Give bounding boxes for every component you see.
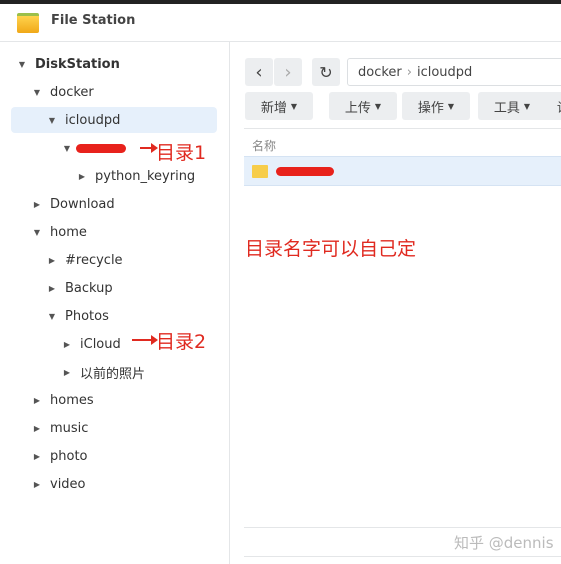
tree-item[interactable]: ▼ DiskStation [15,51,120,77]
toolbar-button[interactable]: 新增 ▼ [245,92,313,120]
caret-down-icon[interactable]: ▼ [15,60,29,69]
tree-item-label: Download [50,196,115,212]
path-bar[interactable]: docker › icloudpd [347,58,561,86]
folder-icon [252,165,268,178]
caret-right-icon[interactable]: ▶ [30,200,44,209]
back-button[interactable]: ‹ [245,58,273,86]
toolbar-button-label: 新增 [260,100,287,116]
tree-item[interactable]: ▶ music [30,415,89,441]
caret-right-icon[interactable]: ▶ [30,424,44,433]
caret-down-icon[interactable]: ▼ [30,228,44,237]
redacted-name [276,167,334,176]
toolbar-button-label: 上传 [344,100,371,116]
tree-item-label: Backup [65,280,113,296]
tree-item[interactable]: ▶ #recycle [45,247,123,273]
toolbar-button[interactable]: 工具 ▼ [478,92,546,120]
tree-item[interactable]: ▶ 以前的照片 [60,359,145,385]
caret-right-icon[interactable]: ▶ [75,172,89,181]
caret-down-icon: ▼ [523,101,531,111]
tree-item-label: Photos [65,308,109,324]
tree-item[interactable]: ▼ docker [30,79,94,105]
tree-item[interactable]: ▶ python_keyring [75,163,195,189]
tree-item-label: docker [50,84,94,100]
tree-item[interactable]: ▶ video [30,471,86,497]
caret-down-icon: ▼ [290,101,298,111]
tree-item[interactable]: ▼ icloudpd [11,107,217,133]
folder-icon [17,13,39,33]
tree-item-label: home [50,224,87,240]
tree-item-label: 以前的照片 [80,366,146,382]
caret-down-icon[interactable]: ▼ [60,144,74,153]
caret-right-icon[interactable]: ▶ [30,452,44,461]
main-panel: ‹ › ↻ docker › icloudpd 新增▼上传▼操作▼工具▼设置▼ … [231,42,561,564]
caret-down-icon[interactable]: ▼ [45,116,59,125]
watermark: 知乎 @dennis [454,534,554,552]
path-segment[interactable]: docker [358,65,402,80]
tree-item[interactable]: ▶ homes [30,387,94,413]
tree-item[interactable]: ▶ Backup [45,275,113,301]
caret-right-icon[interactable]: ▶ [60,340,74,349]
tree-item-label: photo [50,448,88,464]
tree-item-label: DiskStation [35,56,120,72]
tree-item[interactable]: ▼ home [30,219,87,245]
file-row[interactable] [244,156,561,186]
caret-right-icon[interactable]: ▶ [30,480,44,489]
forward-button[interactable]: › [274,58,302,86]
tree-item-label: music [50,420,89,436]
toolbar-button-label: 工具 [493,100,520,116]
tree-item[interactable]: ▼ Photos [45,303,109,329]
tree-item[interactable]: ▼ [60,135,126,161]
app-title: File Station [51,13,136,28]
tree-item[interactable]: ▶ photo [30,443,88,469]
tree-item-label: icloudpd [65,112,121,128]
refresh-button[interactable]: ↻ [312,58,340,86]
toolbar-button[interactable]: 设置▼ [541,92,561,120]
caret-down-icon: ▼ [447,101,455,111]
annotation-note: 目录名字可以自己定 [245,238,417,260]
caret-down-icon: ▼ [374,101,382,111]
column-header-name[interactable]: 名称 [244,128,561,156]
caret-down-icon[interactable]: ▼ [45,312,59,321]
arrow-annotation-2 [132,335,158,345]
arrow-annotation-1 [140,143,158,153]
sidebar-tree: ▼ DiskStation ▼ docker ▼ icloudpd ▼ ▶ python_key… [0,42,230,564]
caret-right-icon[interactable]: ▶ [45,256,59,265]
tree-item-label: iCloud [80,336,121,352]
tree-item-label: python_keyring [95,168,196,184]
annotation-dir2: 目录2 [156,331,207,353]
toolbar-button-label: 操作 [417,100,444,116]
toolbar-button-label: 设置 [557,97,561,116]
tree-item[interactable]: ▶ iCloud [60,331,121,357]
tree-item-label: homes [50,392,94,408]
toolbar-button[interactable]: 上传 ▼ [329,92,397,120]
caret-right-icon[interactable]: ▶ [60,368,74,377]
annotation-dir1: 目录1 [156,142,207,164]
caret-right-icon[interactable]: ▶ [45,284,59,293]
tree-item-label: video [50,476,86,492]
tree-item-label: #recycle [65,252,123,268]
title-bar: File Station [0,4,561,42]
toolbar-button[interactable]: 操作 ▼ [402,92,470,120]
status-bar: 知乎 @dennis [244,527,561,557]
tree-item[interactable]: ▶ Download [30,191,115,217]
caret-down-icon[interactable]: ▼ [30,88,44,97]
chevron-right-icon: › [406,64,412,80]
caret-right-icon[interactable]: ▶ [30,396,44,405]
path-segment[interactable]: icloudpd [417,65,472,80]
redacted-name [76,143,126,153]
